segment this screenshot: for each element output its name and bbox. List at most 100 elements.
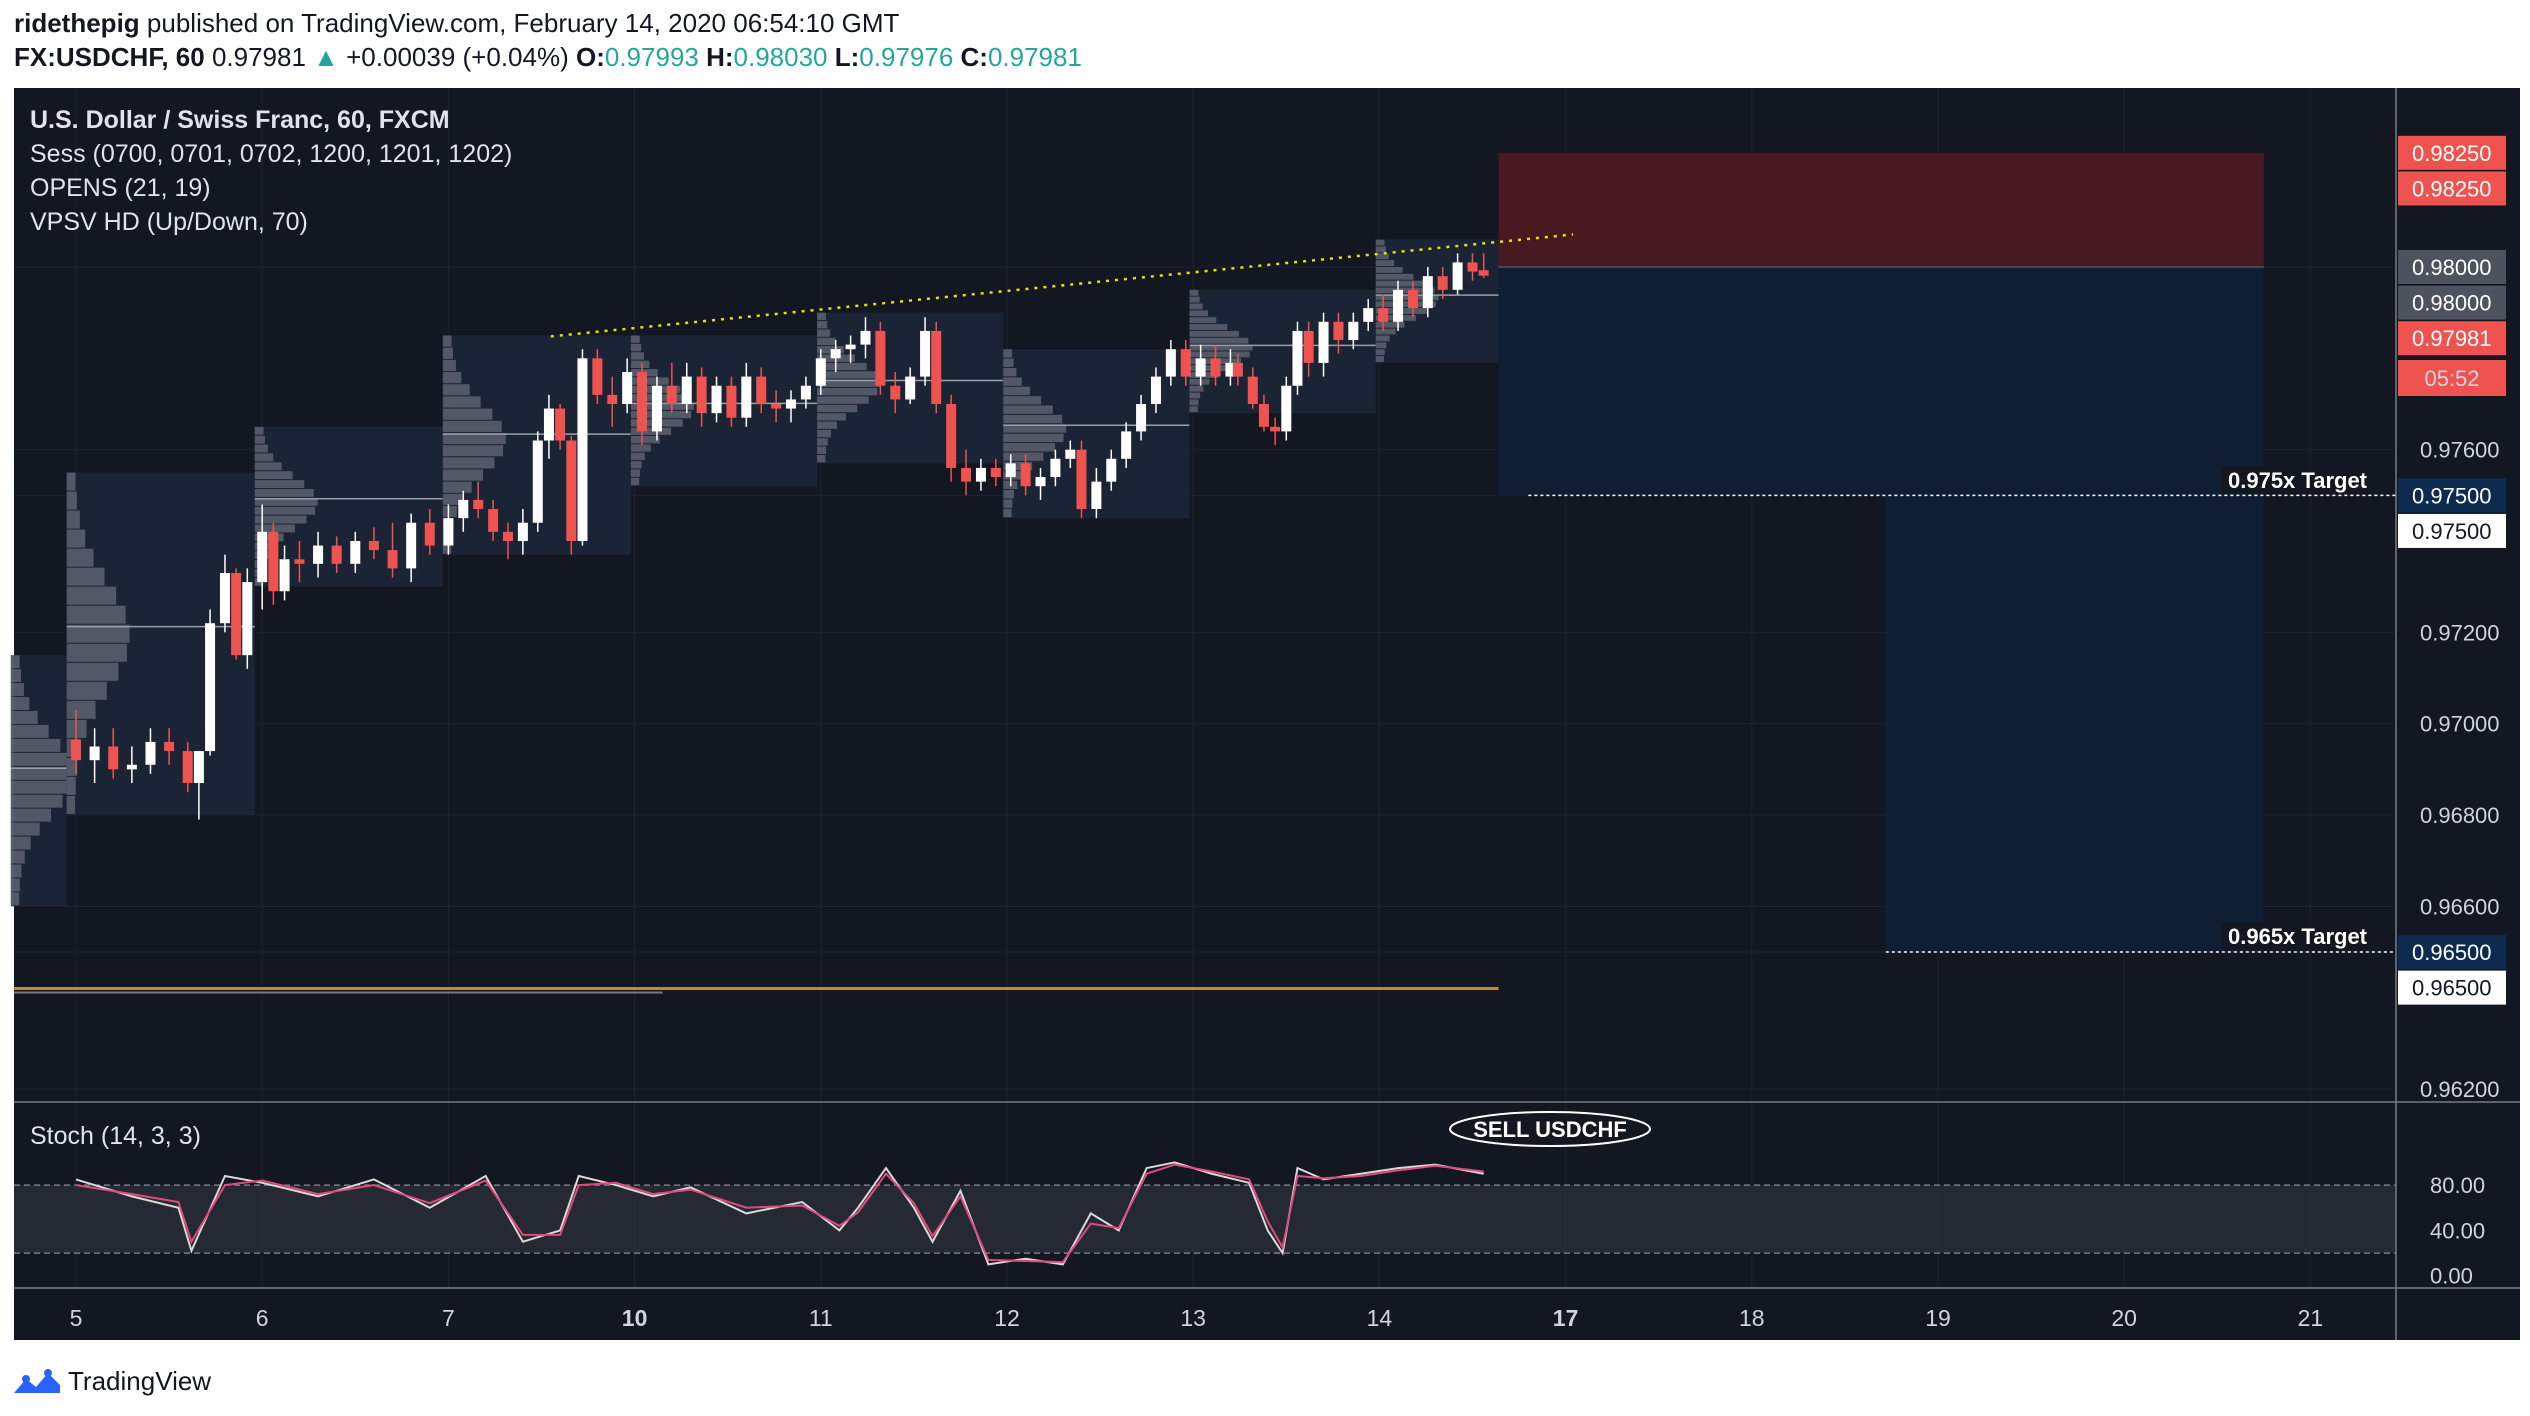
legend-title[interactable]: U.S. Dollar / Swiss Franc, 60, FXCM xyxy=(30,106,450,134)
candle-up[interactable] xyxy=(193,751,204,784)
candle-down[interactable] xyxy=(726,385,737,418)
candle-up[interactable] xyxy=(1165,349,1176,377)
candle-down[interactable] xyxy=(164,741,175,752)
candle-down[interactable] xyxy=(294,559,305,564)
candle-up[interactable] xyxy=(1150,376,1161,404)
candle-up[interactable] xyxy=(1281,385,1292,432)
candle-down[interactable] xyxy=(607,394,618,404)
candle-down[interactable] xyxy=(387,550,398,569)
candle-up[interactable] xyxy=(741,376,752,418)
candle-up[interactable] xyxy=(577,358,588,541)
target1-zone[interactable] xyxy=(1498,267,2264,496)
candle-up[interactable] xyxy=(406,522,417,569)
candle-up[interactable] xyxy=(651,385,662,432)
candle-up[interactable] xyxy=(622,372,633,404)
candle-up[interactable] xyxy=(89,746,100,761)
candle-up[interactable] xyxy=(1106,458,1117,482)
candle-down[interactable] xyxy=(875,330,886,386)
candle-down[interactable] xyxy=(473,499,484,510)
candle-down[interactable] xyxy=(424,522,435,546)
candle-down[interactable] xyxy=(331,545,342,564)
candle-up[interactable] xyxy=(800,385,811,400)
legend-vpsv[interactable]: VPSV HD (Up/Down, 70) xyxy=(30,208,308,236)
tradingview-footer[interactable]: TradingView xyxy=(12,1366,211,1397)
candle-up[interactable] xyxy=(219,572,230,624)
candle-up[interactable] xyxy=(905,376,916,400)
candle-up[interactable] xyxy=(242,582,253,656)
candle-down[interactable] xyxy=(931,330,942,404)
candle-down[interactable] xyxy=(502,531,513,541)
candle-up[interactable] xyxy=(1393,289,1404,322)
candle-down[interactable] xyxy=(555,408,566,441)
legend-sess[interactable]: Sess (0700, 0701, 0702, 1200, 1201, 1202… xyxy=(30,140,512,168)
candle-up[interactable] xyxy=(350,541,361,564)
candle-up[interactable] xyxy=(517,522,528,541)
candle-up[interactable] xyxy=(1452,262,1463,290)
candle-up[interactable] xyxy=(205,623,216,752)
candle-down[interactable] xyxy=(108,746,119,770)
target2-zone[interactable] xyxy=(1885,495,2264,952)
candle-up[interactable] xyxy=(1292,330,1303,386)
target1-label[interactable]: 0.975x Target xyxy=(2228,468,2368,493)
candle-up[interactable] xyxy=(532,440,543,523)
candle-up[interactable] xyxy=(1363,308,1374,322)
candle-down[interactable] xyxy=(961,467,972,482)
candle-down[interactable] xyxy=(990,467,1001,478)
candle-down[interactable] xyxy=(1247,376,1258,404)
candle-up[interactable] xyxy=(543,408,554,441)
candle-up[interactable] xyxy=(815,358,826,386)
candle-up[interactable] xyxy=(279,559,290,592)
legend-stoch[interactable]: Stoch (14, 3, 3) xyxy=(30,1122,201,1150)
candle-up[interactable] xyxy=(126,764,137,770)
candle-up[interactable] xyxy=(1195,358,1206,377)
candle-down[interactable] xyxy=(637,372,648,432)
candle-down[interactable] xyxy=(368,541,379,551)
candle-up[interactable] xyxy=(458,499,469,519)
candle-down[interactable] xyxy=(1180,349,1191,377)
candle-down[interactable] xyxy=(666,385,677,404)
candle-down[interactable] xyxy=(592,358,603,395)
candle-down[interactable] xyxy=(268,531,279,592)
candle-down[interactable] xyxy=(71,739,81,761)
candle-down[interactable] xyxy=(696,376,707,414)
candle-down[interactable] xyxy=(1437,276,1448,290)
candle-down[interactable] xyxy=(1333,321,1344,341)
candle-down[interactable] xyxy=(1210,358,1221,377)
candle-up[interactable] xyxy=(681,376,692,404)
candle-down[interactable] xyxy=(946,404,957,468)
candle-up[interactable] xyxy=(860,330,871,345)
candle-down[interactable] xyxy=(771,404,782,409)
candle-down[interactable] xyxy=(1232,362,1243,377)
candle-up[interactable] xyxy=(1035,477,1046,487)
candle-up[interactable] xyxy=(786,399,797,409)
candle-up[interactable] xyxy=(1121,431,1132,459)
candle-up[interactable] xyxy=(145,741,156,765)
stop-zone[interactable] xyxy=(1498,152,2264,267)
candle-up[interactable] xyxy=(1318,321,1329,363)
candle-down[interactable] xyxy=(1076,449,1087,510)
candle-up[interactable] xyxy=(1348,321,1359,341)
candle-up[interactable] xyxy=(1050,458,1061,478)
candle-down[interactable] xyxy=(231,572,242,656)
candle-down[interactable] xyxy=(1258,404,1269,427)
candle-up[interactable] xyxy=(1005,463,1016,478)
candle-up[interactable] xyxy=(830,349,841,359)
candle-down[interactable] xyxy=(1478,270,1489,276)
candle-down[interactable] xyxy=(890,385,901,400)
candle-down[interactable] xyxy=(756,376,767,404)
candle-down[interactable] xyxy=(1467,262,1478,272)
candle-up[interactable] xyxy=(443,518,454,546)
candle-down[interactable] xyxy=(566,440,577,541)
candle-down[interactable] xyxy=(182,751,193,784)
legend-opens[interactable]: OPENS (21, 19) xyxy=(30,174,211,202)
candle-up[interactable] xyxy=(1065,449,1076,459)
candle-up[interactable] xyxy=(313,545,324,564)
candle-down[interactable] xyxy=(1270,426,1281,432)
candle-up[interactable] xyxy=(845,344,856,350)
candle-up[interactable] xyxy=(257,531,268,583)
candle-up[interactable] xyxy=(1136,404,1147,432)
candle-up[interactable] xyxy=(1422,276,1433,309)
candle-up[interactable] xyxy=(920,330,931,377)
candle-up[interactable] xyxy=(711,385,722,414)
chart-canvas[interactable]: 0.98000 0.97600 0.97500 0.97200 0.97000 0.968… xyxy=(0,0,2530,1416)
